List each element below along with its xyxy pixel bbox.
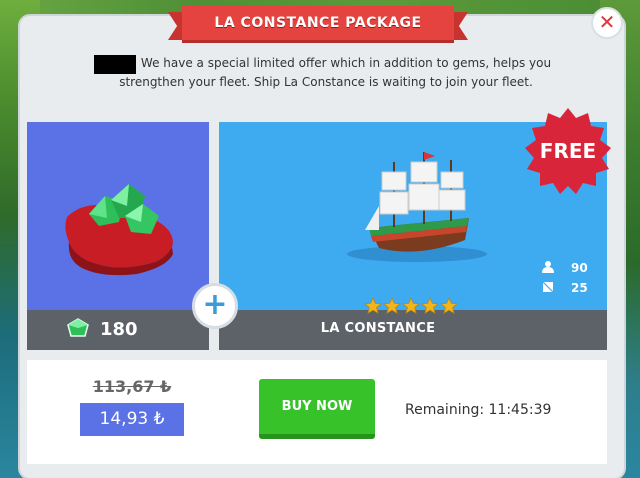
plus-icon: +	[192, 283, 238, 329]
gem-icon	[67, 318, 89, 337]
title-ribbon: LA CONSTANCE PACKAGE	[168, 4, 468, 44]
star-icon	[402, 297, 420, 315]
star-icon	[364, 297, 382, 315]
crew-count: 90	[571, 261, 588, 275]
ship-name: LA CONSTANCE	[320, 321, 436, 336]
cargo-count: 25	[571, 281, 588, 295]
close-button[interactable]: ✕	[591, 7, 623, 39]
person-icon	[542, 261, 554, 273]
old-price: 113,67 ₺	[92, 377, 172, 396]
gem-pile-icon	[65, 184, 173, 276]
dialog-title: LA CONSTANCE PACKAGE	[214, 15, 422, 31]
buy-now-button[interactable]: BUY NOW	[259, 379, 375, 439]
star-icon	[383, 297, 401, 315]
offer-description: We have a special limited offer which in…	[96, 54, 556, 92]
new-price: 14,93 ₺	[80, 403, 184, 436]
remaining-timer: Remaining: 11:45:39	[405, 402, 552, 418]
crate-icon	[542, 281, 554, 293]
free-badge-label: FREE	[539, 139, 597, 163]
star-icon	[421, 297, 439, 315]
gem-amount: 180	[100, 319, 138, 340]
offer-description-text: We have a special limited offer which in…	[119, 56, 552, 89]
close-icon: ✕	[598, 10, 616, 34]
redacted-name	[94, 55, 136, 74]
star-icon	[440, 297, 458, 315]
ship-rating-stars	[364, 297, 458, 315]
